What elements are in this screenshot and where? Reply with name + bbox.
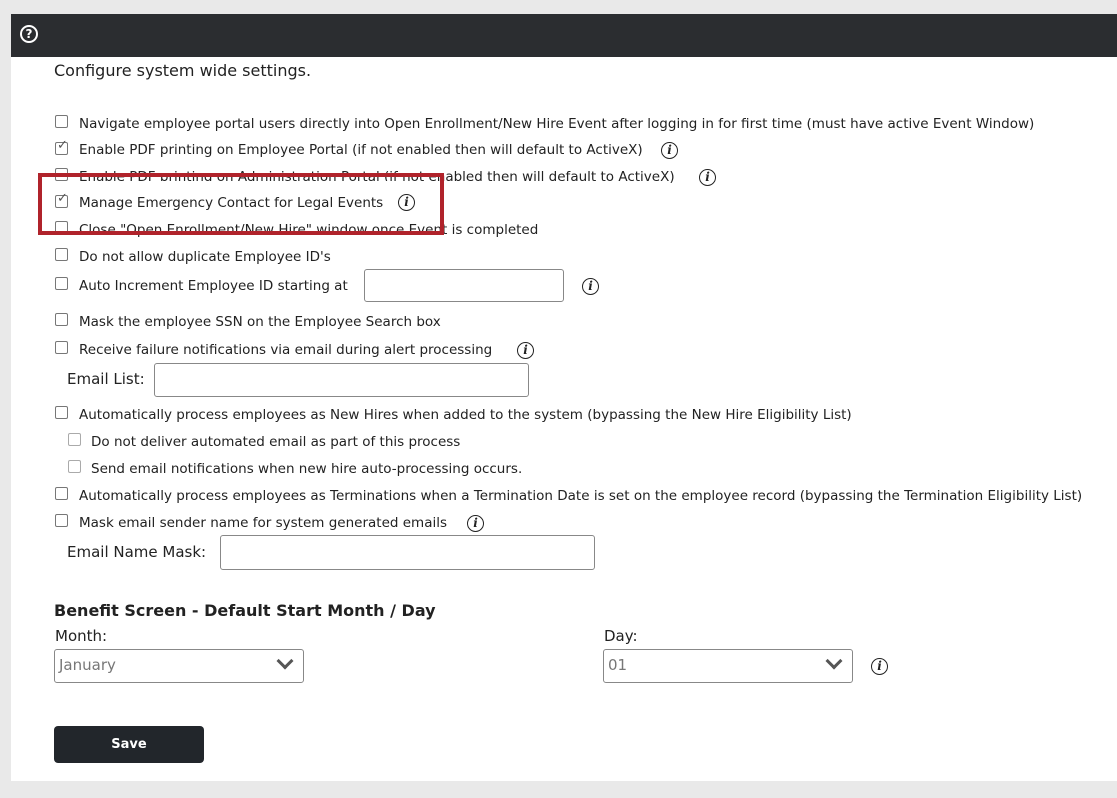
top-bar: ? xyxy=(11,14,1117,57)
chevron-down-icon xyxy=(276,652,294,670)
checkmark-icon: ✓ xyxy=(57,138,68,153)
setting-label: Auto Increment Employee ID starting at xyxy=(79,278,348,294)
checkbox-no-automated-email[interactable] xyxy=(68,433,81,446)
setting-label: Automatically process employees as Termi… xyxy=(79,488,1083,504)
info-icon[interactable]: i xyxy=(467,515,484,532)
checkbox-mask-ssn[interactable] xyxy=(55,313,68,326)
month-label: Month: xyxy=(55,627,108,645)
setting-label: Do not allow duplicate Employee ID's xyxy=(79,249,331,265)
checkbox-send-new-hire-notifications[interactable] xyxy=(68,460,81,473)
checkbox-navigate-portal[interactable] xyxy=(55,115,68,128)
benefit-section-title: Benefit Screen - Default Start Month / D… xyxy=(54,601,436,620)
day-label: Day: xyxy=(604,627,638,645)
checkbox-auto-increment-id[interactable] xyxy=(55,277,68,290)
info-icon[interactable]: i xyxy=(871,658,888,675)
checkbox-pdf-employee-portal[interactable]: ✓ xyxy=(55,138,68,155)
setting-label: Send email notifications when new hire a… xyxy=(91,461,523,477)
checkbox-no-duplicate-ids[interactable] xyxy=(55,248,68,261)
checkbox-mask-sender-name[interactable] xyxy=(55,514,68,527)
help-icon[interactable]: ? xyxy=(20,25,38,43)
setting-label: Enable PDF printing on Employee Portal (… xyxy=(79,142,643,158)
email-list-label: Email List: xyxy=(67,370,145,388)
email-name-mask-input[interactable] xyxy=(220,535,595,570)
setting-label: Mask email sender name for system genera… xyxy=(79,515,448,531)
highlight-box xyxy=(38,173,444,235)
page-intro: Configure system wide settings. xyxy=(54,61,312,80)
info-icon[interactable]: i xyxy=(661,142,678,159)
email-name-mask-label: Email Name Mask: xyxy=(67,543,207,561)
checkbox-auto-new-hires[interactable] xyxy=(55,406,68,419)
day-select[interactable]: 01 xyxy=(603,649,853,683)
setting-label: Automatically process employees as New H… xyxy=(79,407,852,423)
month-select[interactable]: January xyxy=(54,649,304,683)
save-button[interactable]: Save xyxy=(54,726,204,763)
setting-label: Navigate employee portal users directly … xyxy=(79,116,1035,132)
settings-panel: Configure system wide settings. Navigate… xyxy=(11,57,1117,781)
month-select-value: January xyxy=(59,656,116,674)
auto-increment-start-input[interactable] xyxy=(364,269,564,302)
setting-label: Mask the employee SSN on the Employee Se… xyxy=(79,314,441,330)
info-icon[interactable]: i xyxy=(582,278,599,295)
day-select-value: 01 xyxy=(608,656,628,674)
checkbox-auto-terminations[interactable] xyxy=(55,487,68,500)
email-list-input[interactable] xyxy=(154,363,529,397)
info-icon[interactable]: i xyxy=(699,169,716,186)
setting-label: Receive failure notifications via email … xyxy=(79,342,493,358)
info-icon[interactable]: i xyxy=(517,342,534,359)
chevron-down-icon xyxy=(825,652,843,670)
setting-label: Do not deliver automated email as part o… xyxy=(91,434,461,450)
checkbox-failure-notifications[interactable] xyxy=(55,341,68,354)
